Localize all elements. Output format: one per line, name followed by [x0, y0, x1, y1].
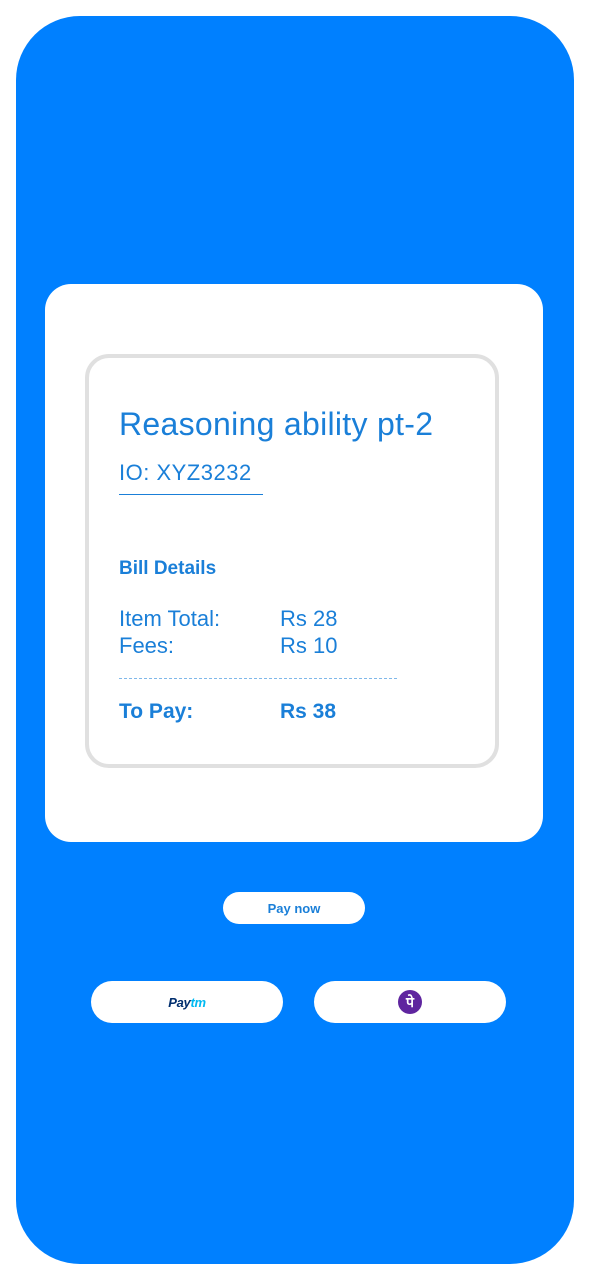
- bill-details-heading: Bill Details: [119, 558, 217, 579]
- item-total-row: Item Total: Rs 28: [119, 606, 419, 632]
- phonepe-logo-icon: पे: [398, 990, 422, 1014]
- pay-now-button[interactable]: Pay now: [223, 892, 365, 924]
- dashed-divider: [119, 678, 397, 679]
- paytm-logo-part1: Pay: [168, 994, 191, 1010]
- phonepe-button[interactable]: पे: [314, 981, 506, 1023]
- paytm-button[interactable]: Paytm: [91, 981, 283, 1023]
- item-total-value: Rs 28: [280, 606, 338, 631]
- item-title: Reasoning ability pt-2: [119, 406, 434, 442]
- order-id: IO: XYZ3232: [119, 460, 263, 495]
- fees-label: Fees:: [119, 633, 175, 658]
- to-pay-label: To Pay:: [119, 700, 194, 723]
- app-screen: Reasoning ability pt-2 IO: XYZ3232 Bill …: [16, 16, 574, 1264]
- paytm-logo-icon: Paytm: [168, 995, 206, 1010]
- to-pay-value: Rs 38: [280, 700, 337, 723]
- paytm-logo-part2: tm: [190, 994, 206, 1010]
- item-total-label: Item Total:: [119, 606, 221, 631]
- bill-card: Reasoning ability pt-2 IO: XYZ3232 Bill …: [45, 284, 543, 842]
- to-pay-row: To Pay: Rs 38: [119, 700, 419, 728]
- fees-value: Rs 10: [280, 633, 338, 658]
- fees-row: Fees: Rs 10: [119, 633, 419, 659]
- receipt-panel: Reasoning ability pt-2 IO: XYZ3232 Bill …: [85, 354, 499, 768]
